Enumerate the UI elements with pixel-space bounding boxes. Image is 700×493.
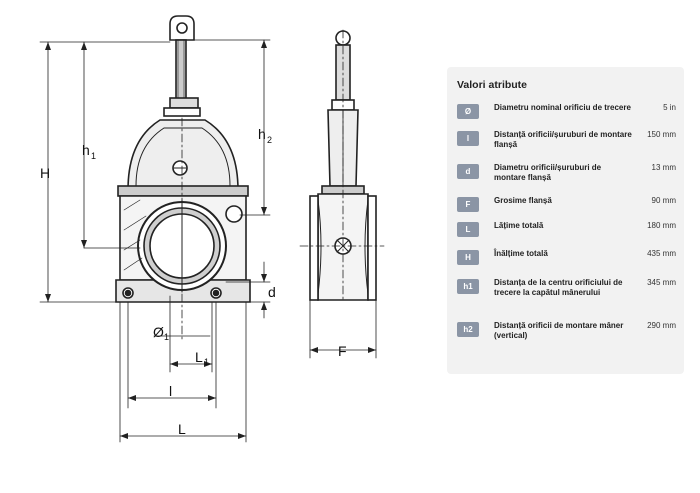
attribute-row-bolt-diameter: d Diametru orificii/șuruburi de montare … [457,163,676,196]
attribute-name: Diametru nominal orificiu de trecere [494,103,631,112]
dim-label-h1: h [82,142,90,158]
dim-label-d: d [268,284,276,300]
dim-label-l: l [169,383,172,399]
attribute-name: Diametru orificii/șuruburi de montare fl… [494,163,602,182]
attribute-badge: h1 [457,279,479,294]
attribute-badge: L [457,222,479,237]
attribute-value: 13 mm [651,163,676,172]
attribute-name: Înălțime totală [494,249,548,258]
attribute-badge: Ø [457,104,479,119]
attribute-badge: F [457,197,479,212]
attribute-row-total-height: H Înălțime totală 435 mm [457,249,676,278]
attribute-row-diameter: Ø Diametru nominal orificiu de trecere 5… [457,103,676,130]
attribute-value: 90 mm [651,196,676,205]
attribute-name: Lățime totală [494,221,544,230]
dim-label-F: F [338,343,347,359]
attribute-value: 435 mm [647,249,676,258]
attribute-row-flange-thickness: F Grosime flanșă 90 mm [457,196,676,221]
attribute-badge: H [457,250,479,265]
dim-label-L: L [178,421,186,437]
dim-label-h2-subscript: 2 [267,135,272,145]
dim-label-L1-subscript: 1 [204,357,209,367]
attribute-row-center-to-handle: h1 Distanța de la centru orificiului de … [457,278,676,321]
dim-label-L1: L [195,349,203,365]
attribute-row-total-width: L Lățime totală 180 mm [457,221,676,249]
attribute-name: Distanța de la centru orificiului de tre… [494,278,623,297]
attribute-value: 290 mm [647,321,676,330]
attribute-name: Distanță orificii de montare mâner (vert… [494,321,624,340]
dim-label-h2: h [258,126,266,142]
attribute-badge: d [457,164,479,179]
dim-label-phi-subscript: 1 [164,332,169,342]
valve-technical-drawing: H h 1 h 2 d Ø 1 L 1 l L F [0,0,440,493]
attribute-row-handle-mount-distance: h2 Distanță orificii de montare mâner (v… [457,321,676,351]
dim-label-H: H [40,165,50,181]
attribute-row-bolt-distance: l Distanță orificii/șuruburi de montare … [457,130,676,163]
attribute-name: Grosime flanșă [494,196,552,205]
attribute-value: 150 mm [647,130,676,139]
dim-label-h1-subscript: 1 [91,151,96,161]
front-view [115,15,251,303]
attribute-value: 5 in [663,103,676,112]
attribute-name: Distanță orificii/șuruburi de montare fl… [494,130,632,149]
attribute-value: 345 mm [647,278,676,287]
attribute-badge: h2 [457,322,479,337]
panel-title: Valori atribute [457,79,528,91]
attribute-values-panel: Valori atribute Ø Diametru nominal orifi… [447,67,684,374]
attribute-badge: l [457,131,479,146]
dim-label-phi: Ø [153,324,164,340]
attribute-value: 180 mm [647,221,676,230]
